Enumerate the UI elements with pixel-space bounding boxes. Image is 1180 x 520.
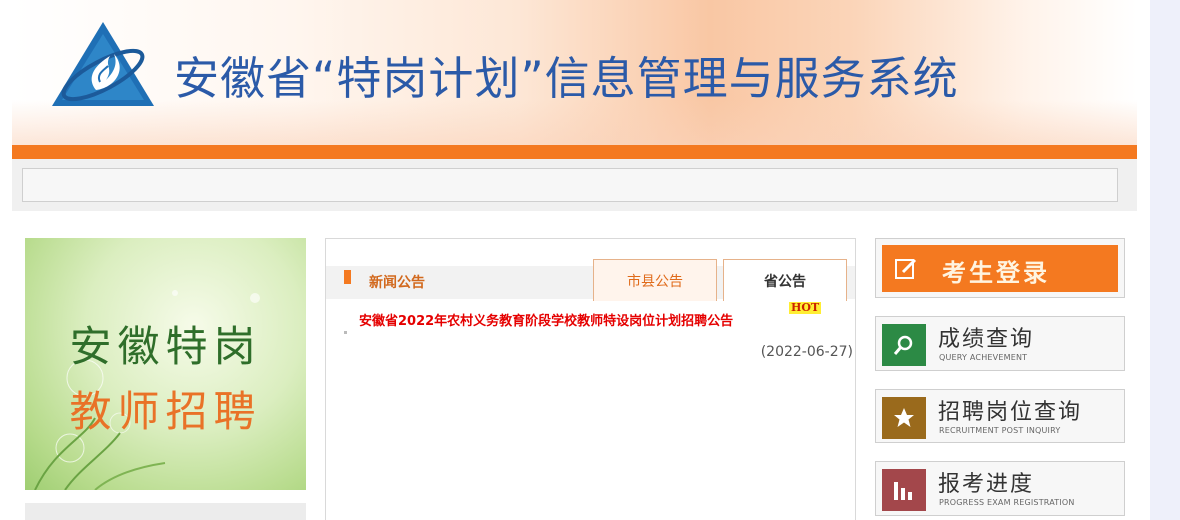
tab-province-announcements[interactable]: 省公告: [723, 259, 847, 301]
tab-city-announcements[interactable]: 市县公告: [593, 259, 717, 301]
score-query-label: 成绩查询: [938, 327, 1035, 352]
star-icon: [882, 397, 926, 439]
candidate-login-button[interactable]: 考生登录: [875, 238, 1125, 298]
site-logo: [52, 22, 154, 106]
progress-label: 报考进度: [938, 472, 1035, 497]
login-button-face: 考生登录: [882, 245, 1118, 292]
site-header: 安徽省“特岗计划”信息管理与服务系统: [12, 0, 1137, 145]
news-heading-marker: [344, 270, 351, 284]
promo-line-1: 安徽特岗: [69, 322, 262, 371]
notice-bar: [22, 168, 1118, 202]
vertical-scrollbar[interactable]: [1150, 0, 1180, 520]
news-panel: 新闻公告 市县公告 省公告 安徽省2022年农村义务教育阶段学校教师特设岗位计划…: [325, 238, 856, 520]
score-query-sublabel: QUERY ACHEVEMENT: [939, 353, 1028, 362]
news-tab-bar: 新闻公告 市县公告 省公告: [326, 249, 855, 301]
login-label: 考生登录: [942, 258, 1050, 287]
hot-badge: HOT: [789, 301, 822, 314]
news-article-link[interactable]: 安徽省2022年农村义务教育阶段学校教师特设岗位计划招聘公告: [359, 310, 733, 329]
site-title: 安徽省“特岗计划”信息管理与服务系统: [174, 52, 959, 105]
news-heading: 新闻公告: [369, 275, 425, 291]
post-query-sublabel: RECRUITMENT POST INQUIRY: [939, 426, 1061, 435]
promo-banner[interactable]: 安徽特岗 教师招聘: [25, 238, 306, 490]
search-icon: [882, 324, 926, 366]
progress-button[interactable]: 报考进度 PROGRESS EXAM REGISTRATION: [875, 461, 1125, 516]
promo-line-2: 教师招聘: [69, 387, 262, 436]
post-query-button[interactable]: 招聘岗位查询 RECRUITMENT POST INQUIRY: [875, 389, 1125, 443]
sub-navigation: [12, 159, 1137, 211]
bar-chart-icon: [882, 469, 926, 511]
orange-divider: [12, 145, 1137, 159]
edit-icon: [895, 258, 917, 279]
progress-sublabel: PROGRESS EXAM REGISTRATION: [939, 498, 1075, 507]
secondary-banner: [25, 503, 306, 520]
post-query-label: 招聘岗位查询: [938, 400, 1083, 425]
list-bullet: [344, 331, 347, 334]
score-query-button[interactable]: 成绩查询 QUERY ACHEVEMENT: [875, 316, 1125, 371]
news-article-date: (2022-06-27): [760, 344, 853, 360]
